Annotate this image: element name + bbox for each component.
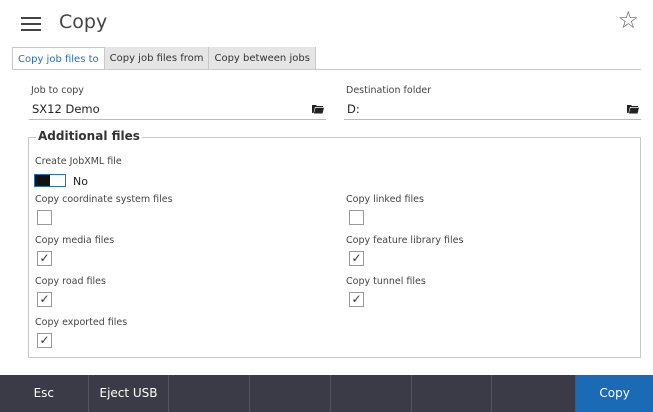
create-jobxml-label: Create JobXML file: [35, 156, 122, 167]
eject-usb-button[interactable]: Eject USB: [89, 375, 170, 412]
tab-copy-job-files-to[interactable]: Copy job files to: [12, 47, 105, 70]
copy-road-files-checkbox[interactable]: ✓: [37, 292, 52, 307]
tab-copy-job-files-from[interactable]: Copy job files from: [104, 47, 210, 70]
hamburger-icon[interactable]: [21, 17, 41, 31]
tab-divider: [12, 69, 641, 70]
job-to-copy-value: SX12 Demo: [32, 102, 100, 116]
copy-road-files-label: Copy road files: [35, 276, 106, 287]
additional-files-title: Additional files: [36, 129, 142, 143]
folder-icon[interactable]: [627, 104, 639, 114]
copy-tunnel-files-checkbox[interactable]: ✓: [349, 292, 364, 307]
empty-softkey-4[interactable]: [250, 375, 331, 412]
folder-icon[interactable]: [312, 104, 324, 114]
copy-exported-files-checkbox[interactable]: ✓: [37, 333, 52, 348]
copy-linked-files-checkbox[interactable]: [349, 210, 364, 225]
copy-coordinate-system-files-checkbox[interactable]: [37, 210, 52, 225]
star-icon[interactable]: ☆: [617, 8, 639, 32]
copy-media-files-label: Copy media files: [35, 235, 115, 246]
create-jobxml-value: No: [73, 175, 88, 188]
destination-folder-label: Destination folder: [346, 85, 432, 96]
page-title: Copy: [59, 11, 108, 33]
copy-linked-files-label: Copy linked files: [346, 194, 424, 205]
job-to-copy-label: Job to copy: [31, 85, 84, 96]
create-jobxml-toggle[interactable]: [34, 174, 66, 187]
empty-softkey-6[interactable]: [412, 375, 493, 412]
copy-feature-library-files-label: Copy feature library files: [346, 235, 464, 246]
bottom-toolbar: Esc Eject USB Copy: [0, 375, 653, 412]
esc-button[interactable]: Esc: [0, 375, 89, 412]
job-to-copy-field[interactable]: SX12 Demo: [29, 98, 326, 120]
destination-folder-field[interactable]: D:: [344, 98, 641, 120]
copy-exported-files-label: Copy exported files: [35, 317, 128, 328]
destination-folder-value: D:: [347, 102, 360, 116]
tab-copy-between-jobs[interactable]: Copy between jobs: [209, 47, 316, 70]
copy-media-files-checkbox[interactable]: ✓: [37, 251, 52, 266]
empty-softkey-7[interactable]: [492, 375, 577, 412]
header-bar: Copy ☆: [0, 0, 653, 44]
copy-coordinate-system-files-label: Copy coordinate system files: [35, 194, 173, 205]
tab-bar: Copy job files to Copy job files from Co…: [12, 47, 316, 70]
toggle-knob: [35, 175, 50, 186]
empty-softkey-3[interactable]: [169, 375, 251, 412]
copy-tunnel-files-label: Copy tunnel files: [346, 276, 426, 287]
copy-button[interactable]: Copy: [576, 375, 653, 412]
copy-feature-library-files-checkbox[interactable]: ✓: [349, 251, 364, 266]
empty-softkey-5[interactable]: [331, 375, 412, 412]
